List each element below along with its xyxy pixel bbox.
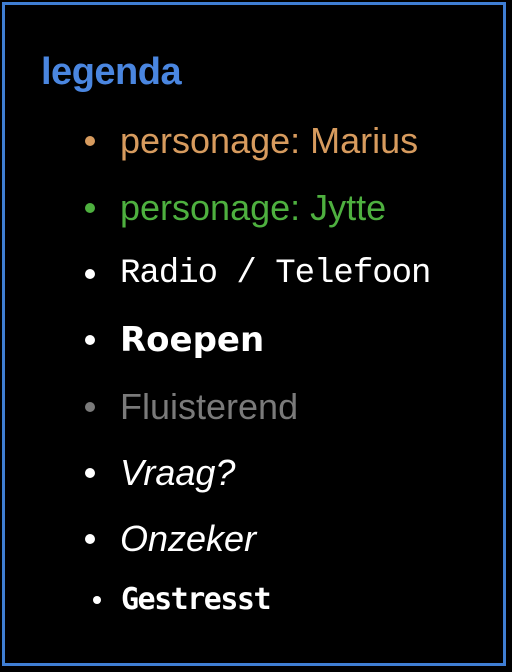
legend-item-vraag: Vraag?: [85, 448, 235, 498]
legend-item-label: Fluisterend: [120, 386, 299, 427]
legend-item-gestresst: Gestresst: [93, 575, 272, 625]
legend-item-label: Onzeker: [120, 518, 257, 559]
bullet-icon: [85, 136, 95, 146]
legend-item-fluisterend: Fluisterend: [85, 382, 298, 432]
legend-item-label: Roepen: [120, 320, 265, 360]
legend-item-label: Gestresst: [121, 582, 272, 617]
bullet-icon: [85, 468, 95, 478]
bullet-icon: [85, 534, 95, 544]
bullet-icon: [93, 596, 101, 604]
bullet-icon: [85, 269, 95, 279]
legend-item-onzeker: Onzeker: [85, 514, 256, 564]
legend-item-label: Vraag?: [120, 452, 236, 493]
legend-item-jytte: personage: Jytte: [85, 183, 386, 233]
legend-item-label: personage: Jytte: [120, 187, 387, 228]
legend-panel: legenda personage: Marius personage: Jyt…: [2, 2, 506, 666]
legend-item-roepen: Roepen: [85, 315, 264, 365]
legend-item-marius: personage: Marius: [85, 116, 418, 166]
legend-item-label: personage: Marius: [120, 120, 419, 161]
legend-item-label: Radio / Telefoon: [120, 255, 431, 293]
bullet-icon: [85, 335, 95, 345]
legend-title: legenda: [41, 51, 182, 93]
legend-item-radio-telefoon: Radio / Telefoon: [85, 249, 431, 299]
bullet-icon: [85, 402, 95, 412]
bullet-icon: [85, 203, 95, 213]
